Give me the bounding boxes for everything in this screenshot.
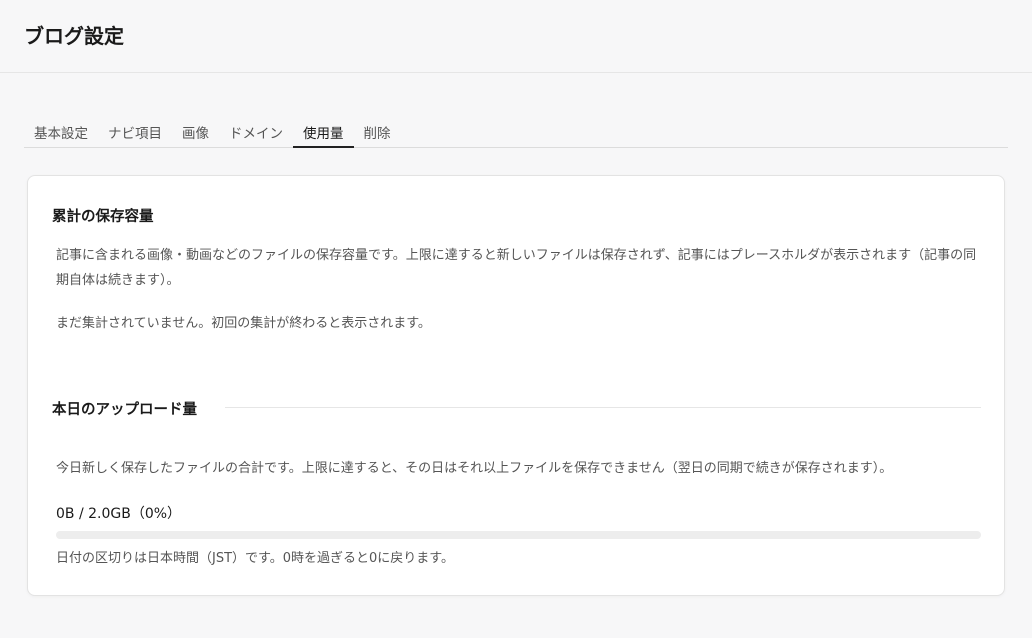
storage-description: 記事に含まれる画像・動画などのファイルの保存容量です。上限に達すると新しいファイ… (56, 248, 977, 288)
tab-images[interactable]: 画像 (172, 116, 219, 147)
upload-description: 今日新しく保存したファイルの合計です。上限に達すると、その日はそれ以上ファイルを… (56, 461, 893, 476)
settings-tabs: 基本設定 ナビ項目 画像 ドメイン 使用量 削除 (24, 116, 1008, 148)
section-divider (225, 407, 981, 408)
tab-usage[interactable]: 使用量 (293, 116, 354, 148)
storage-section-title: 累計の保存容量 (52, 209, 154, 225)
tab-basic-settings[interactable]: 基本設定 (24, 116, 98, 147)
usage-card: 累計の保存容量 記事に含まれる画像・動画などのファイルの保存容量です。上限に達す… (27, 175, 1005, 596)
page-header: ブログ設定 (0, 0, 1032, 73)
upload-reset-note: 日付の区切りは日本時間（JST）です。0時を過ぎると0に戻ります。 (56, 551, 454, 566)
page-title: ブログ設定 (24, 23, 124, 48)
storage-status: まだ集計されていません。初回の集計が終わると表示されます。 (56, 316, 431, 331)
tab-nav-items[interactable]: ナビ項目 (98, 116, 172, 147)
tab-delete[interactable]: 削除 (354, 116, 401, 147)
upload-progress-bar (56, 531, 981, 539)
tab-domain[interactable]: ドメイン (219, 116, 293, 147)
upload-section-title: 本日のアップロード量 (52, 402, 197, 418)
upload-usage-value: 0B / 2.0GB（0%） (56, 506, 182, 522)
